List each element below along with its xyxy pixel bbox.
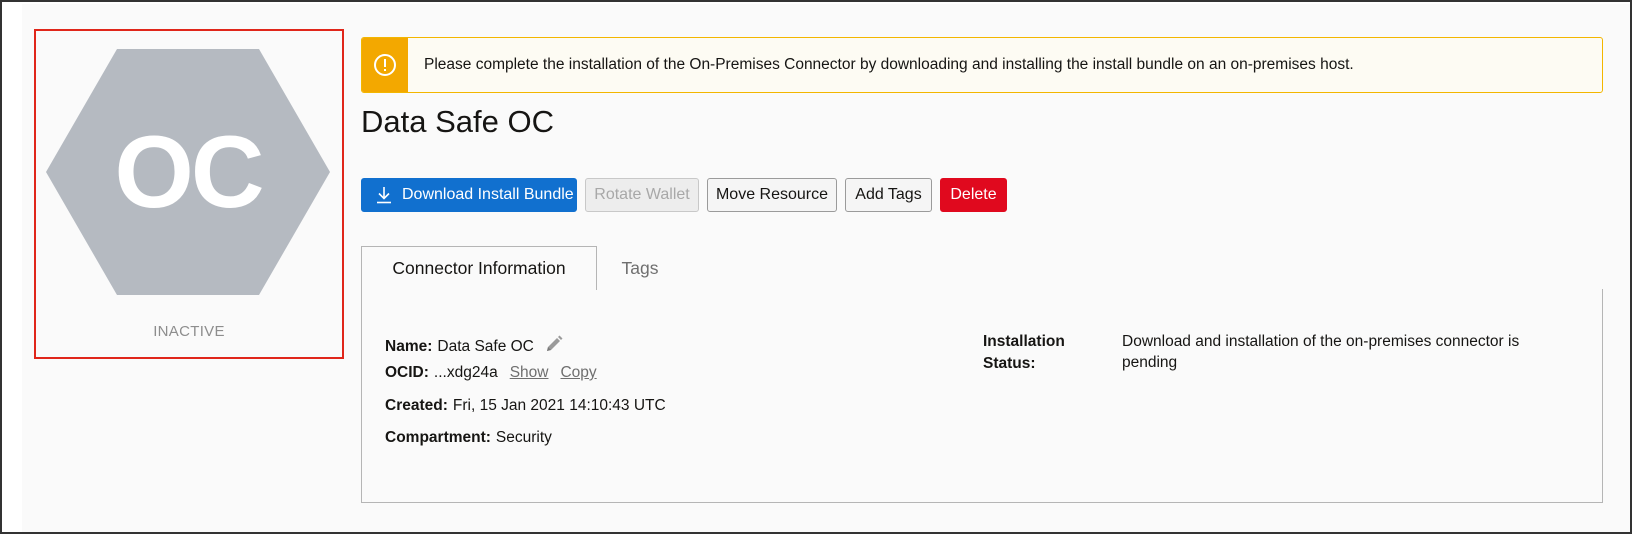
ocid-value: ...xdg24a [433,364,498,381]
download-install-bundle-label: Download Install Bundle [402,186,574,203]
created-value: Fri, 15 Jan 2021 14:10:43 UTC [452,397,666,414]
tab-connector-information[interactable]: Connector Information [361,246,597,290]
add-tags-button[interactable]: Add Tags [845,178,932,212]
ocid-copy-link[interactable]: Copy [560,364,596,382]
delete-button[interactable]: Delete [940,178,1007,212]
connector-info-panel: Name: Data Safe OC OCID: ...xdg24a Show … [361,289,1603,503]
ocid-show-link[interactable]: Show [510,364,549,382]
compartment-field: Compartment: Security [385,429,552,447]
created-field: Created: Fri, 15 Jan 2021 14:10:43 UTC [385,397,666,415]
name-field: Name: Data Safe OC [385,331,564,356]
banner-icon-box [362,38,408,92]
rotate-wallet-button[interactable]: Rotate Wallet [585,178,699,212]
name-label: Name: [385,338,433,355]
download-install-bundle-button[interactable]: Download Install Bundle [361,178,577,212]
compartment-value: Security [495,429,552,446]
window-frame: OC INACTIVE Please complete the installa… [0,0,1632,534]
resource-status-panel: OC INACTIVE [34,29,344,359]
ocid-field: OCID: ...xdg24a Show Copy [385,364,597,382]
resource-state-label: INACTIVE [153,323,225,340]
compartment-label: Compartment: [385,429,491,446]
download-icon [377,187,391,204]
resource-hexagon-icon: OC [46,49,330,295]
tab-tags[interactable]: Tags [597,246,683,290]
installation-status-value: Download and installation of the on-prem… [1122,333,1520,371]
name-value: Data Safe OC [437,338,534,355]
pencil-icon[interactable] [544,334,564,359]
ocid-label: OCID: [385,364,429,381]
exclamation-circle-icon [374,54,396,76]
resource-initials: OC [114,114,265,229]
warning-banner: Please complete the installation of the … [361,37,1603,93]
page-title: Data Safe OC [361,104,554,139]
detail-tabs: Connector Information Tags [361,246,1603,290]
banner-message: Please complete the installation of the … [424,56,1354,73]
installation-status-label: Installation Status: [983,333,1065,372]
created-label: Created: [385,397,448,414]
move-resource-button[interactable]: Move Resource [707,178,837,212]
